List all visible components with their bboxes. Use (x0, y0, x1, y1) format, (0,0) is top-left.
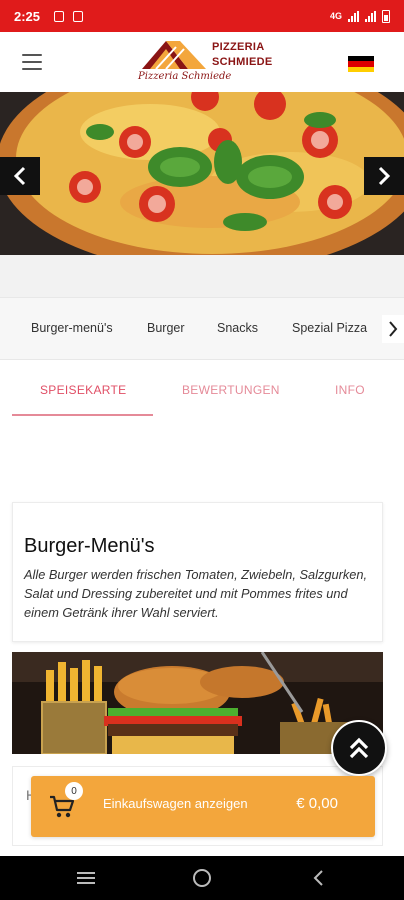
hero-pizza-image (0, 92, 404, 255)
hero-spacer (0, 255, 404, 297)
german-flag-icon[interactable] (348, 56, 374, 72)
section-header-card: Burger-Menü's Alle Burger werden frische… (12, 502, 383, 642)
cart-total: € 0,00 (296, 795, 338, 812)
category-item-snacks[interactable]: Snacks (217, 321, 258, 335)
tab-bewertungen[interactable]: BEWERTUNGEN (182, 383, 280, 397)
app-header: PIZZERIA SCHMIEDE Pizzeria Schmiede (0, 32, 404, 92)
notification-icon (73, 10, 84, 22)
status-bar: 2:25 4G (0, 0, 404, 32)
category-item-spezial-pizza[interactable]: Spezial Pizza (292, 321, 367, 335)
scroll-to-top-button[interactable] (331, 720, 387, 776)
category-item-burger[interactable]: Burger (147, 321, 185, 335)
category-item-burger-menus[interactable]: Burger-menü's (31, 321, 113, 335)
status-indicators: 4G (329, 9, 390, 23)
cart-count-badge: 0 (65, 782, 83, 800)
signal-icon (365, 10, 376, 22)
logo-roof-icon (142, 41, 206, 70)
signal-icon (348, 10, 359, 22)
section-title: Burger-Menü's (24, 535, 155, 557)
category-strip[interactable]: Burger-menü's Burger Snacks Spezial Pizz… (0, 297, 404, 360)
recent-apps-icon[interactable] (74, 866, 98, 890)
home-icon[interactable] (190, 866, 214, 890)
status-time: 2:25 (14, 8, 41, 24)
tab-info[interactable]: INFO (335, 383, 365, 397)
tab-bar: SPEISEKARTE BEWERTUNGEN INFO (0, 370, 404, 416)
logo-text: SCHMIEDE (212, 56, 273, 68)
burger-illustration (12, 652, 383, 754)
section-description: Alle Burger werden frischen Tomaten, Zwi… (24, 567, 368, 620)
double-chevron-up-icon (349, 737, 369, 759)
notification-icon (54, 10, 65, 22)
cart-label: Einkaufswagen anzeigen (103, 796, 248, 811)
chevron-left-icon[interactable] (0, 157, 40, 195)
view-cart-button[interactable]: 0 Einkaufswagen anzeigen € 0,00 (31, 776, 375, 837)
chevron-right-icon[interactable] (382, 315, 404, 343)
network-label: 4G (329, 11, 342, 21)
system-navigation-bar (0, 856, 404, 900)
back-icon[interactable] (306, 866, 330, 890)
pizza-illustration (0, 92, 404, 255)
battery-icon (382, 9, 390, 23)
burger-menu-image (12, 652, 383, 754)
logo-text: PIZZERIA (212, 41, 265, 53)
hamburger-menu-icon[interactable] (22, 54, 42, 70)
tab-speisekarte[interactable]: SPEISEKARTE (40, 383, 126, 397)
pizzeria-logo[interactable]: PIZZERIA SCHMIEDE Pizzeria Schmiede (136, 37, 276, 87)
chevron-right-icon[interactable] (364, 157, 404, 195)
logo-script: Pizzeria Schmiede (138, 71, 232, 82)
